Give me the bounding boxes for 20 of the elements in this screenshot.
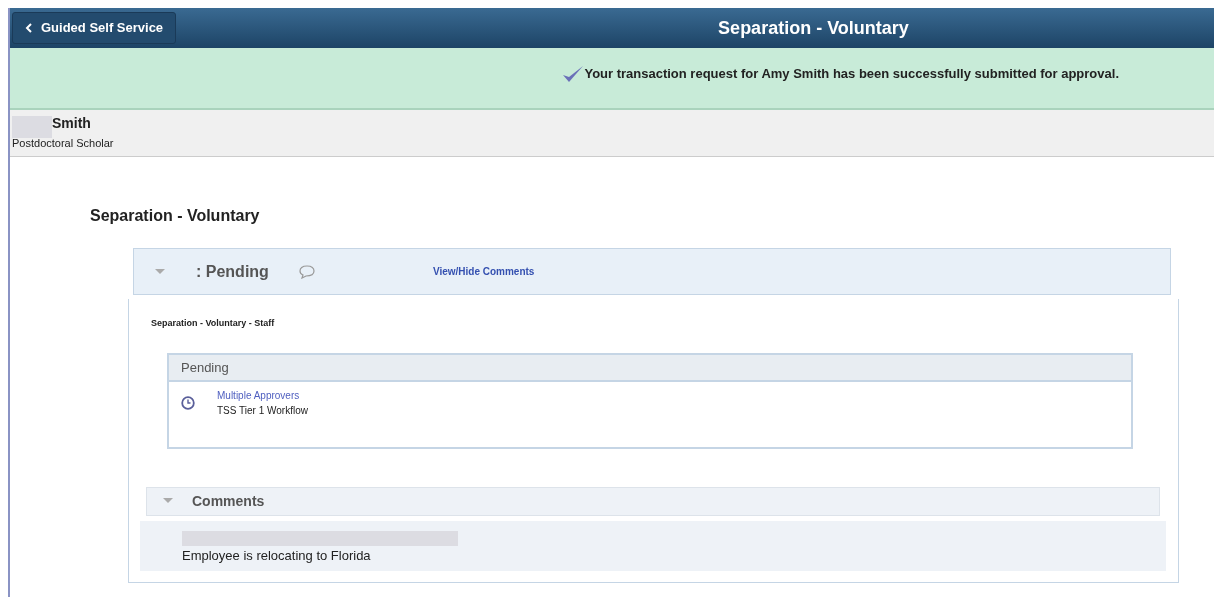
chevron-left-icon [25, 23, 33, 33]
page-title: Separation - Voluntary [718, 16, 909, 40]
caret-down-icon[interactable] [154, 267, 166, 276]
comment-text: Employee is relocating to Florida [182, 546, 372, 565]
back-button[interactable]: Guided Self Service [12, 12, 177, 44]
view-comments-link[interactable]: View/Hide Comments [432, 264, 535, 279]
checkmark-icon [562, 65, 585, 83]
caret-down-icon[interactable] [162, 497, 174, 505]
approval-status: : Pending [196, 261, 269, 282]
process-name: Separation - Voluntary - Staff [151, 317, 276, 330]
comments-title: Comments [192, 491, 265, 511]
comment-icon[interactable] [298, 264, 315, 279]
person-title: Postdoctoral Scholar [12, 136, 115, 151]
approver-link[interactable]: Multiple Approvers [217, 388, 308, 403]
clock-icon [181, 396, 195, 410]
step-header: Pending [169, 354, 1131, 382]
person-name: Smith [52, 115, 91, 131]
success-message: Your transaction request for Amy Smith has been successfully submitted for approval. [584, 65, 1119, 84]
section-title: Separation - Voluntary [90, 206, 261, 226]
workflow-name: TSS Tier 1 Workflow [217, 404, 308, 418]
